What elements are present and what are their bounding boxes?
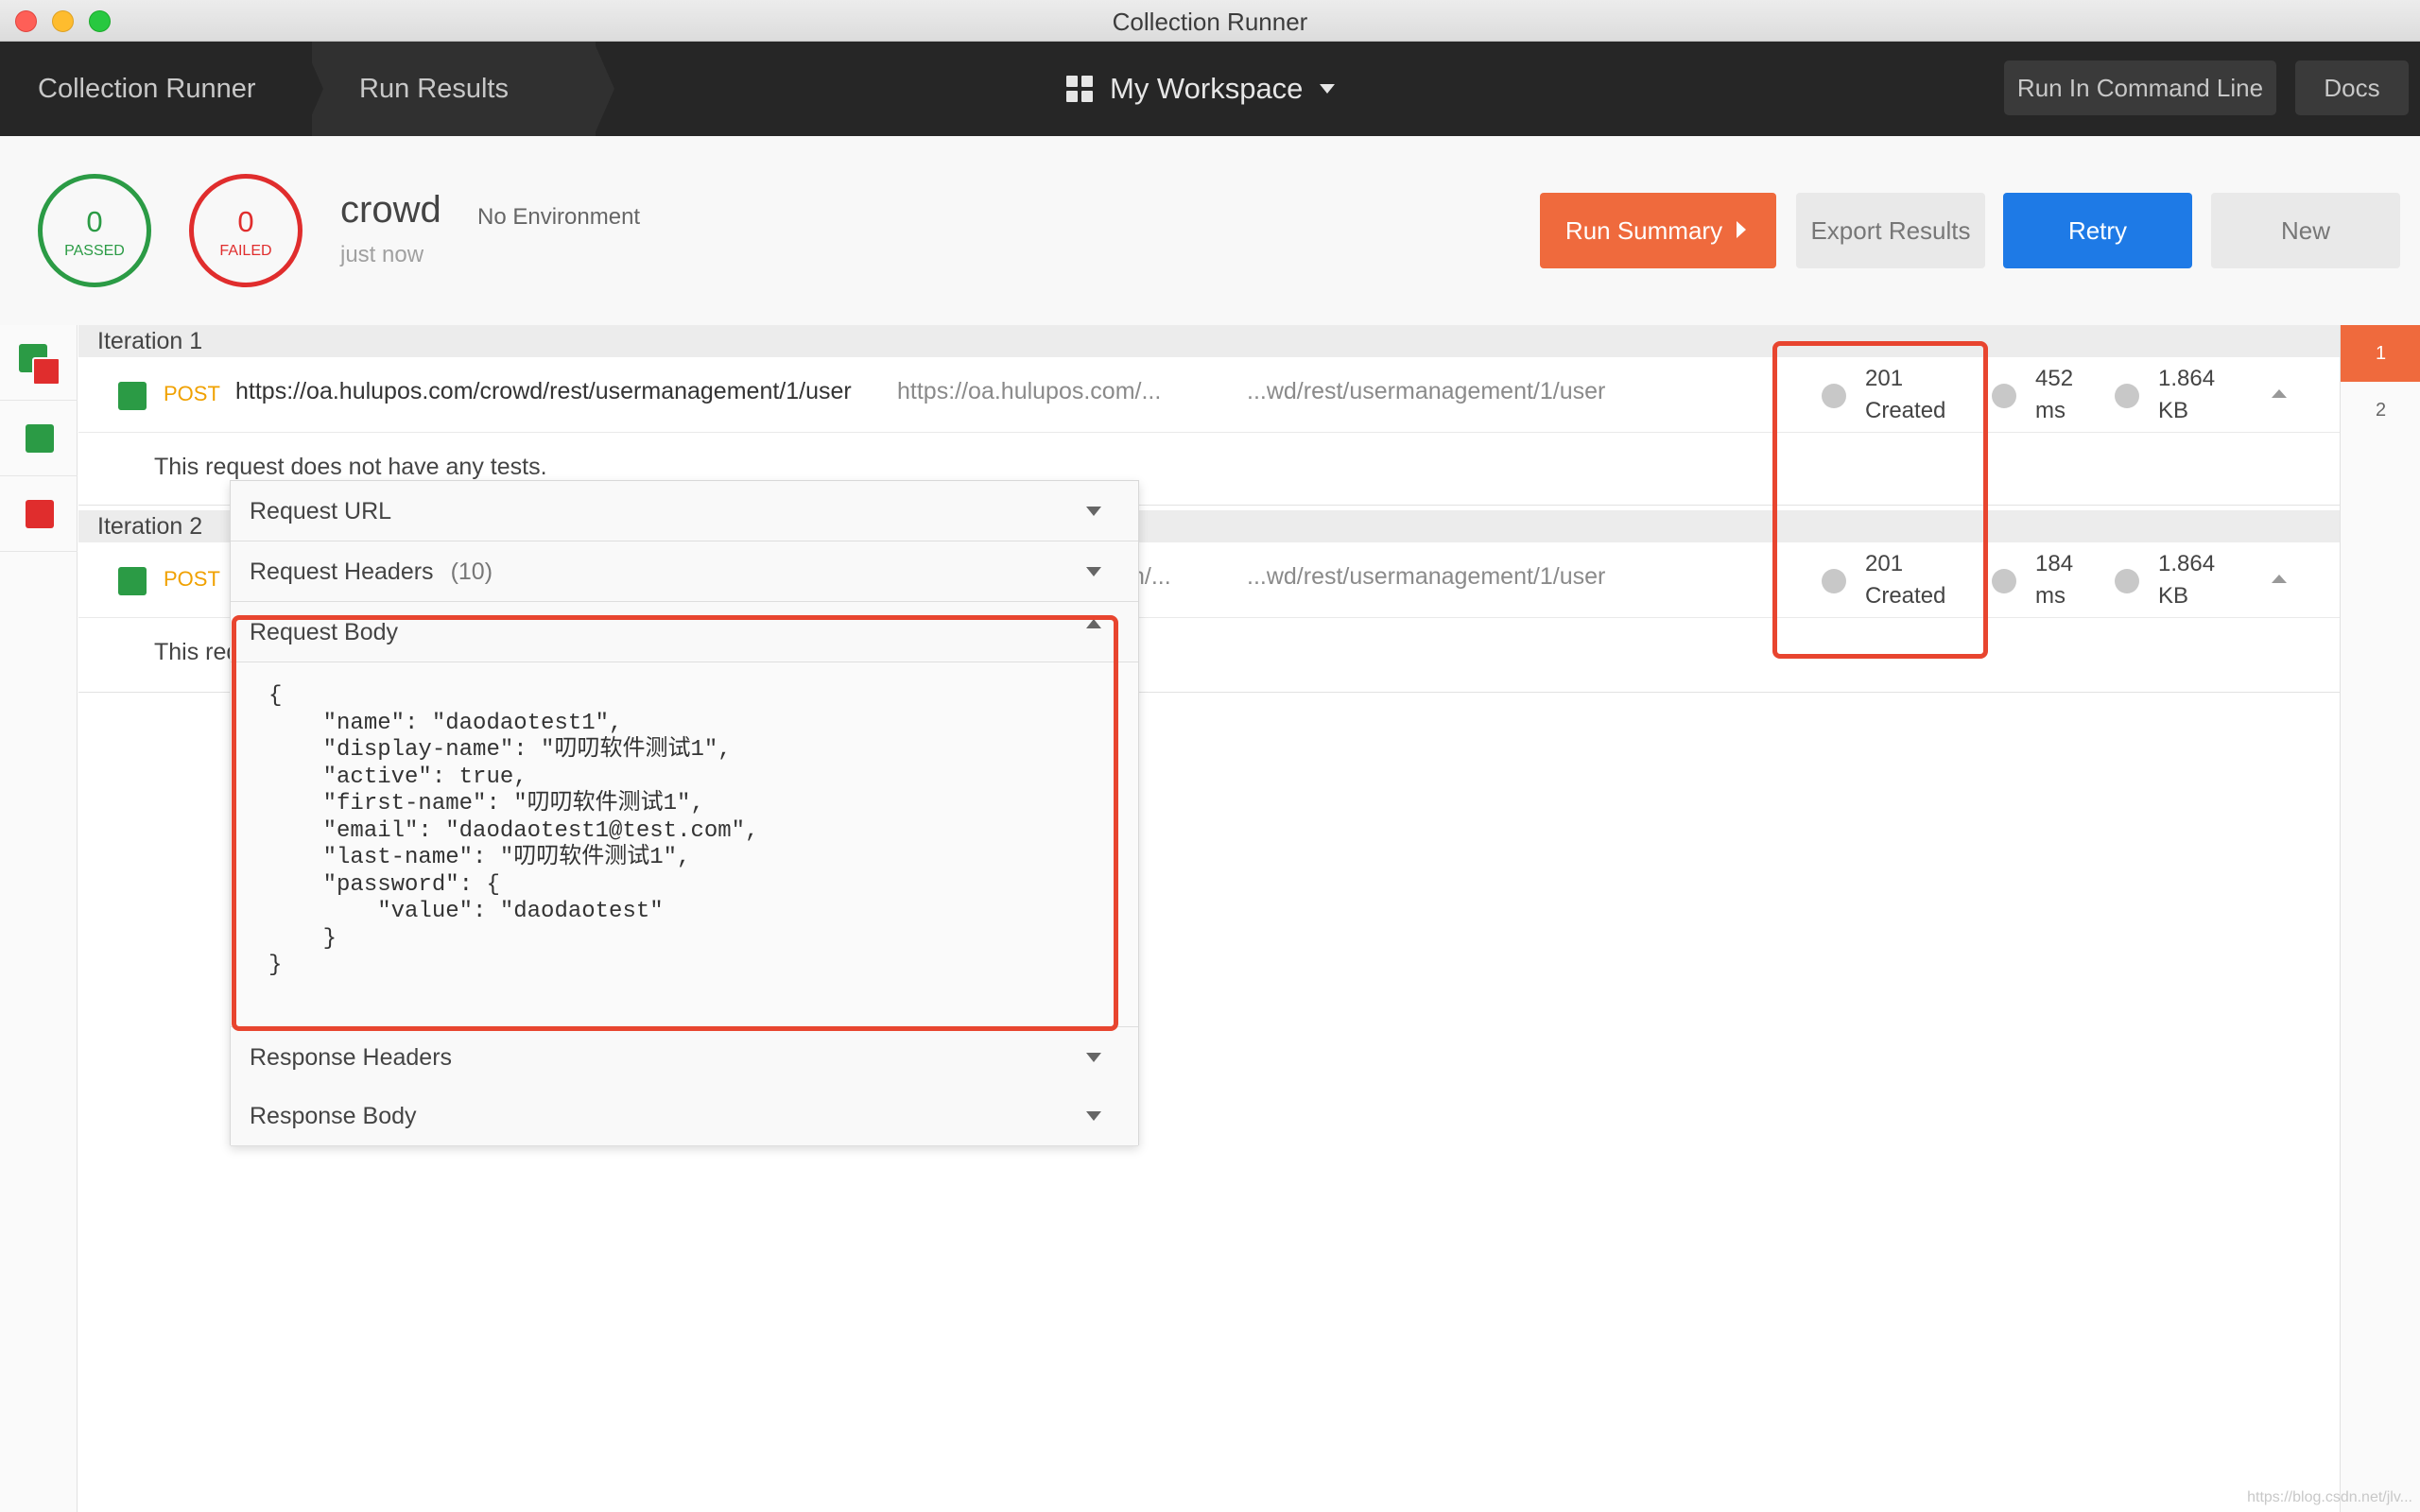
passed-filter-icon <box>26 424 54 453</box>
filter-all[interactable] <box>0 325 78 401</box>
size-indicator-icon <box>2115 569 2139 593</box>
app-header: Collection Runner Run Results My Workspa… <box>0 42 2420 136</box>
chevron-up-icon <box>1086 619 1101 628</box>
request-status-icon <box>118 567 147 595</box>
passed-count: 0 <box>86 205 103 238</box>
retry-button[interactable]: Retry <box>2003 193 2192 268</box>
time-value: 184 <box>2035 551 2074 576</box>
response-time: 452 ms <box>2035 363 2073 427</box>
passed-counter: 0 PASSED <box>38 174 151 287</box>
chevron-down-icon <box>1086 507 1101 516</box>
request-url: https://oa.hulupos.com/crowd/rest/userma… <box>235 378 852 404</box>
run-summary-label: Run Summary <box>1564 216 1723 245</box>
iteration-header: Iteration 1 <box>78 325 2340 357</box>
request-body-code: { "name": "daodaotest1", "display-name":… <box>268 683 759 978</box>
request-headers-section[interactable]: Request Headers (10) <box>231 541 1138 602</box>
request-headers-title: Request Headers (10) <box>250 558 493 586</box>
breadcrumb-run-results[interactable]: Run Results <box>359 42 509 136</box>
request-url-title: Request URL <box>250 498 392 524</box>
breadcrumb-separator <box>302 42 323 136</box>
workspace-name: My Workspace <box>1110 72 1304 105</box>
run-in-command-line-button[interactable]: Run In Command Line <box>2004 60 2276 115</box>
result-filter-sidebar <box>0 325 78 1512</box>
chevron-down-icon <box>1086 1053 1101 1062</box>
breadcrumb-separator <box>594 42 614 136</box>
response-size: 1.864 KB <box>2158 548 2215 612</box>
response-headers-section[interactable]: Response Headers <box>231 1027 1138 1088</box>
failed-counter: 0 FAILED <box>189 174 302 287</box>
chevron-down-icon <box>1086 1111 1101 1121</box>
chevron-down-icon <box>1086 567 1101 576</box>
response-headers-title: Response Headers <box>250 1044 453 1071</box>
request-details-panel: Request URL Request Headers (10) Request … <box>230 480 1139 1146</box>
request-body-title: Request Body <box>250 619 399 645</box>
response-body-title: Response Body <box>250 1103 417 1129</box>
response-body-section[interactable]: Response Body <box>231 1086 1138 1146</box>
failed-label: FAILED <box>219 243 272 259</box>
filter-failed[interactable] <box>0 476 78 552</box>
workspace-grid-icon <box>1066 76 1093 102</box>
chevron-down-icon <box>1320 84 1336 94</box>
docs-button[interactable]: Docs <box>2295 60 2409 115</box>
window-titlebar: Collection Runner <box>0 0 2420 42</box>
request-headers-count: (10) <box>450 558 493 585</box>
time-value: 452 <box>2035 366 2074 391</box>
response-size: 1.864 KB <box>2158 363 2215 427</box>
request-body-content: { "name": "daodaotest1", "display-name":… <box>231 662 1138 1027</box>
breadcrumb-collection-runner[interactable]: Collection Runner <box>38 42 256 136</box>
status-code: 201 <box>1865 551 1904 576</box>
filter-passed[interactable] <box>0 401 78 476</box>
request-body-section[interactable]: Request Body <box>231 602 1138 662</box>
response-status: 201 Created <box>1865 363 1945 427</box>
status-indicator-icon <box>1822 384 1846 408</box>
response-time: 184 ms <box>2035 548 2073 612</box>
request-headers-label: Request Headers <box>250 558 434 585</box>
environment-name: No Environment <box>477 204 641 230</box>
collapse-caret-icon[interactable] <box>2272 389 2287 398</box>
collapse-caret-icon[interactable] <box>2272 575 2287 583</box>
status-text: Created <box>1865 398 1946 423</box>
size-unit: KB <box>2158 583 2189 609</box>
all-results-icon-overlay <box>32 357 60 386</box>
request-url-tail: ...wd/rest/usermanagement/1/user <box>1247 563 1606 590</box>
status-code: 201 <box>1865 366 1904 391</box>
workspace-switcher[interactable]: My Workspace <box>1066 70 1336 108</box>
failed-count: 0 <box>237 205 254 238</box>
request-url-short: https://oa.hulupos.com/... <box>897 378 1162 404</box>
iteration-navigator: 1 2 <box>2340 325 2420 1512</box>
response-status: 201 Created <box>1865 548 1945 612</box>
watermark: https://blog.csdn.net/jlv... <box>2247 1489 2412 1505</box>
request-row[interactable]: POST https://oa.hulupos.com/crowd/rest/u… <box>78 357 2340 433</box>
time-indicator-icon <box>1992 569 2016 593</box>
export-results-button[interactable]: Export Results <box>1796 193 1985 268</box>
no-tests-message: This req <box>154 639 240 665</box>
collection-name: crowd <box>340 189 441 231</box>
passed-label: PASSED <box>64 243 125 259</box>
run-summary-button[interactable]: Run Summary <box>1540 193 1776 268</box>
size-value: 1.864 <box>2158 366 2216 391</box>
time-indicator-icon <box>1992 384 2016 408</box>
request-method: POST <box>164 567 220 591</box>
request-status-icon <box>118 382 147 410</box>
no-tests-message: This request does not have any tests. <box>154 454 547 480</box>
time-unit: ms <box>2035 583 2066 609</box>
new-button[interactable]: New <box>2211 193 2400 268</box>
window-title: Collection Runner <box>1112 8 1308 36</box>
size-value: 1.864 <box>2158 551 2216 576</box>
request-url-section[interactable]: Request URL <box>231 481 1138 541</box>
status-indicator-icon <box>1822 569 1846 593</box>
iteration-nav-1[interactable]: 1 <box>2341 325 2420 382</box>
run-timestamp: just now <box>340 242 424 267</box>
request-method: POST <box>164 382 220 405</box>
size-unit: KB <box>2158 398 2189 423</box>
failed-filter-icon <box>26 500 54 528</box>
request-url-tail: ...wd/rest/usermanagement/1/user <box>1247 378 1606 404</box>
size-indicator-icon <box>2115 384 2139 408</box>
time-unit: ms <box>2035 398 2066 423</box>
caret-right-icon <box>1737 221 1746 238</box>
run-summary-band: 0 PASSED 0 FAILED crowd No Environment j… <box>0 136 2420 325</box>
status-text: Created <box>1865 583 1946 609</box>
iteration-nav-2[interactable]: 2 <box>2341 382 2420 438</box>
